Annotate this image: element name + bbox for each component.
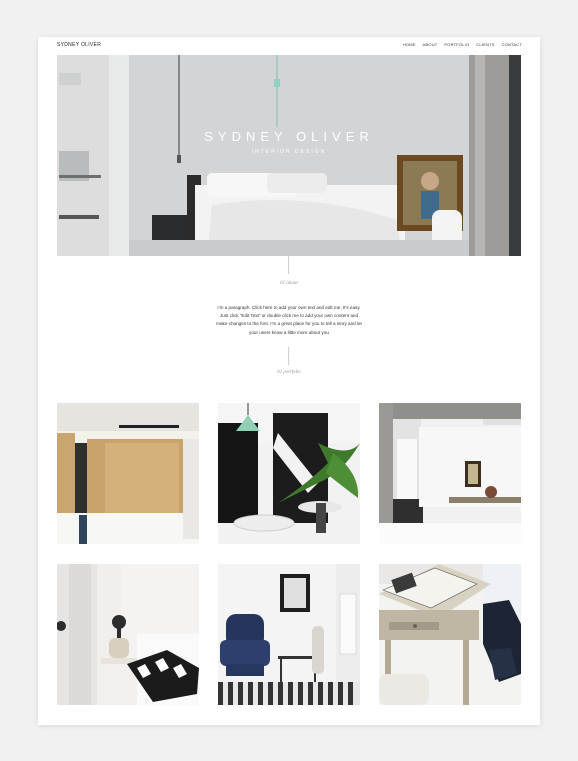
- site-header: SYDNEY OLIVER HOME ABOUT PORTFOLIO CLIEN…: [38, 37, 540, 55]
- about-section-label: 01 about: [280, 281, 298, 286]
- divider-line: [288, 347, 289, 365]
- site-canvas: SYDNEY OLIVER HOME ABOUT PORTFOLIO CLIEN…: [38, 37, 540, 725]
- hero-subtitle: INTERIOR DESIGN: [251, 149, 327, 155]
- portfolio-item-wood-bedroom[interactable]: [57, 403, 199, 544]
- portfolio-image: [57, 403, 199, 544]
- portfolio-item-white-kitchen[interactable]: [379, 403, 521, 544]
- portfolio-image: [379, 564, 521, 705]
- portfolio-image: [218, 564, 360, 705]
- site-logo[interactable]: SYDNEY OLIVER: [57, 42, 101, 48]
- nav-clients[interactable]: CLIENTS: [476, 42, 494, 47]
- portfolio-item-bedroom-lamps[interactable]: [57, 564, 199, 705]
- portfolio-item-dining-palm[interactable]: [218, 403, 360, 544]
- nav-about[interactable]: ABOUT: [423, 42, 438, 47]
- nav-portfolio[interactable]: PORTFOLIO: [444, 42, 469, 47]
- about-paragraph: I'm a paragraph. Click here to add your …: [216, 305, 362, 335]
- portfolio-item-vintage-desk[interactable]: [379, 564, 521, 705]
- main-nav: HOME ABOUT PORTFOLIO CLIENTS CONTACT: [403, 42, 522, 47]
- portfolio-image: [218, 403, 360, 544]
- hero-title: SYDNEY OLIVER: [204, 129, 374, 144]
- portfolio-section-label: 02 portfolio: [277, 370, 301, 375]
- portfolio-item-blue-armchair[interactable]: [218, 564, 360, 705]
- nav-contact[interactable]: CONTACT: [502, 42, 522, 47]
- hero-bedroom-image: [57, 55, 521, 256]
- portfolio-image: [379, 403, 521, 544]
- hero-banner: SYDNEY OLIVER INTERIOR DESIGN: [57, 55, 521, 256]
- portfolio-image: [57, 564, 199, 705]
- divider-line: [288, 256, 289, 274]
- nav-home[interactable]: HOME: [403, 42, 416, 47]
